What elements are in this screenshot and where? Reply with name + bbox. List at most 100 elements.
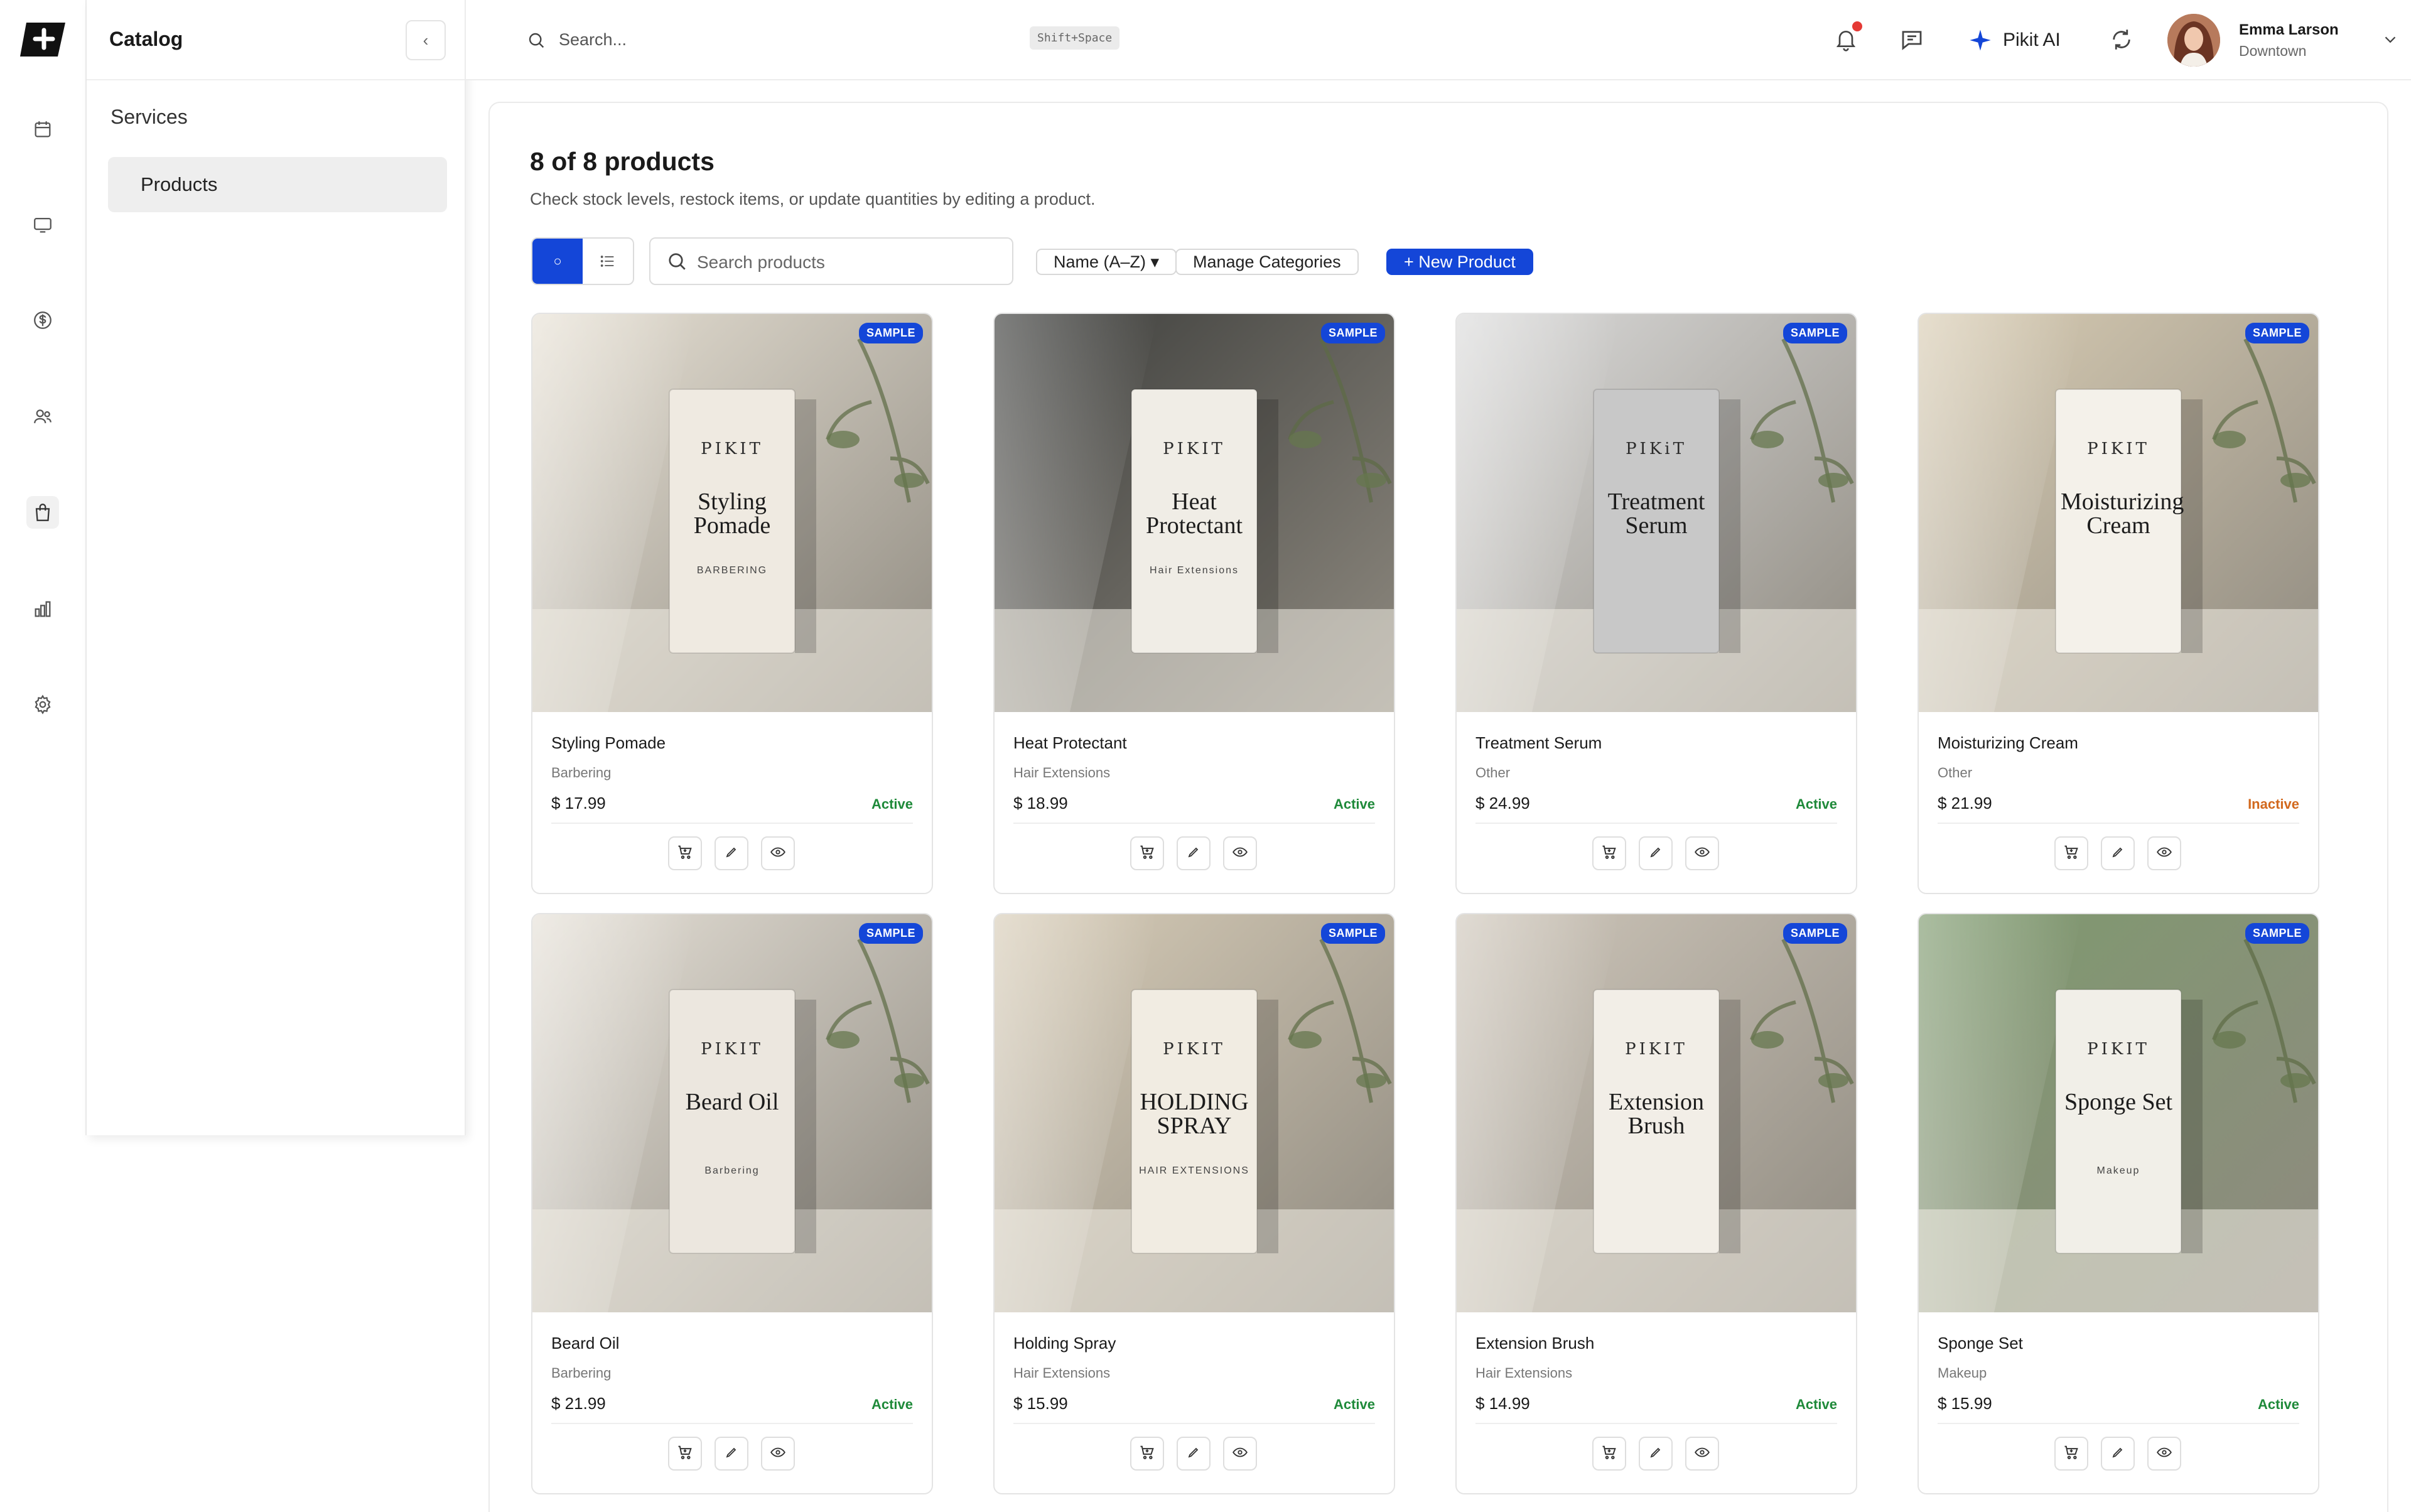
sort-dropdown[interactable]: Name (A–Z) ▾ [1036,249,1177,275]
product-name[interactable]: Treatment Serum [1475,733,1602,753]
status-badge: Active [871,1396,913,1412]
product-card[interactable]: PIKIT Heat Protectant Hair Extensions SAMPL… [993,313,1395,894]
package-title: Beard Oil [685,1089,779,1115]
global-search-input[interactable]: Search... Shift+Space [521,25,1120,55]
view-button[interactable] [1685,836,1719,870]
product-card[interactable]: PIKIT Styling Pomade BARBERING SAMPLE Stylin… [531,313,933,894]
eye-icon [2156,844,2172,863]
messages-button[interactable] [1899,26,1925,56]
status-badge: Active [871,796,913,812]
package-title: Styling Pomade [693,489,771,539]
product-card[interactable]: PIKIT HOLDING SPRAY HAIR EXTENSIONS SAMPLE H… [993,913,1395,1494]
notifications-button[interactable] [1833,21,1862,56]
product-name[interactable]: Sponge Set [1938,1334,2023,1353]
cart-icon [2063,843,2080,864]
sync-button[interactable] [2108,26,2135,56]
top-bar: Search... Shift+Space Pikit AI Emma Lars… [466,0,2411,80]
list-icon [600,256,614,267]
edit-button[interactable] [715,836,748,870]
view-button[interactable] [1223,836,1257,870]
avatar [2167,14,2220,67]
calendar-icon[interactable] [26,113,59,146]
cart-icon [1138,843,1156,864]
restock-button[interactable] [1130,836,1164,870]
shopping-bag-icon[interactable] [26,496,59,529]
pencil-icon [1186,845,1201,863]
card-actions [668,1437,795,1471]
view-button[interactable] [2147,1437,2181,1471]
collapse-sidebar-button[interactable]: ‹ [406,20,446,60]
product-name[interactable]: Heat Protectant [1013,733,1127,753]
product-card[interactable]: PIKIT Sponge Set Makeup SAMPLE Sponge Set Mak… [1917,913,2319,1494]
dollar-icon[interactable] [26,304,59,337]
sidebar-title: Catalog [109,28,183,50]
card-divider [551,1423,913,1424]
eye-icon [1694,844,1710,863]
sample-badge: SAMPLE [1783,923,1847,944]
status-badge: Active [1333,796,1375,812]
edit-button[interactable] [1639,1437,1673,1471]
user-location: Downtown [2239,43,2307,59]
edit-button[interactable] [1177,836,1211,870]
view-button[interactable] [2147,836,2181,870]
edit-button[interactable] [1177,1437,1211,1471]
notification-dot [1852,21,1862,31]
product-search-input[interactable]: Search products [649,237,1013,285]
gear-icon[interactable] [26,688,59,721]
restock-button[interactable] [1592,836,1626,870]
new-product-button[interactable]: + New Product [1386,249,1533,275]
restock-button[interactable] [1592,1437,1626,1471]
sidebar-section-services[interactable]: Services [111,105,188,129]
product-price: $ 17.99 [551,794,606,813]
product-name[interactable]: Extension Brush [1475,1334,1594,1353]
product-name[interactable]: Holding Spray [1013,1334,1116,1353]
restock-button[interactable] [668,836,702,870]
edit-button[interactable] [2101,836,2135,870]
chat-icon [1902,31,1922,50]
restock-button[interactable] [1130,1437,1164,1471]
restock-button[interactable] [2054,1437,2088,1471]
product-name[interactable]: Beard Oil [551,1334,619,1353]
list-view-button[interactable] [583,239,633,284]
edit-button[interactable] [1639,836,1673,870]
product-card[interactable]: PIKIT Beard Oil Barbering SAMPLE Beard Oil Ba… [531,913,933,1494]
pikit-ai-button[interactable]: Pikit AI [1968,23,2061,58]
bar-chart-icon[interactable] [26,593,59,625]
product-card[interactable]: PIKIT Extension Brush SAMPLE Extension Brus… [1455,913,1857,1494]
product-name[interactable]: Styling Pomade [551,733,666,753]
package-brand: PIKIT [1163,440,1226,458]
edit-button[interactable] [715,1437,748,1471]
product-name[interactable]: Moisturizing Cream [1938,733,2078,753]
package-subtitle: Makeup [2096,1165,2140,1176]
view-button[interactable] [761,836,795,870]
card-actions [2054,836,2181,870]
eye-icon [1232,1444,1248,1464]
card-actions [1592,1437,1719,1471]
catalog-sidebar: Catalog ‹ Services Products [87,0,466,1135]
user-menu[interactable]: Emma Larson Downtown [2167,14,2406,67]
manage-categories-button[interactable]: Manage Categories [1175,249,1359,275]
restock-button[interactable] [2054,836,2088,870]
view-button[interactable] [1223,1437,1257,1471]
product-card[interactable]: PIKIT Moisturizing Cream SAMPLE Moisturizin… [1917,313,2319,894]
grid-view-button[interactable]: ○ [532,239,583,284]
sidebar-item-products[interactable]: Products [108,157,447,212]
monitor-icon[interactable] [26,208,59,241]
package-brand: PIKIT [1163,1040,1226,1059]
users-icon[interactable] [26,401,59,433]
pencil-icon [1648,1445,1663,1463]
view-button[interactable] [1685,1437,1719,1471]
app-logo[interactable] [20,21,67,58]
card-divider [551,823,913,824]
product-price: $ 21.99 [1938,794,1992,813]
restock-button[interactable] [668,1437,702,1471]
product-category: Makeup [1938,1365,1987,1381]
view-button[interactable] [761,1437,795,1471]
product-card[interactable]: PIKiT Treatment Serum SAMPLE Treatment Seru… [1455,313,1857,894]
package-title: Moisturizing Cream [2061,489,2184,539]
product-category: Other [1475,765,1511,780]
edit-button[interactable] [2101,1437,2135,1471]
package-subtitle: Hair Extensions [1149,565,1239,576]
product-category: Other [1938,765,1973,780]
page-subtitle: Check stock levels, restock items, or up… [530,190,1096,208]
